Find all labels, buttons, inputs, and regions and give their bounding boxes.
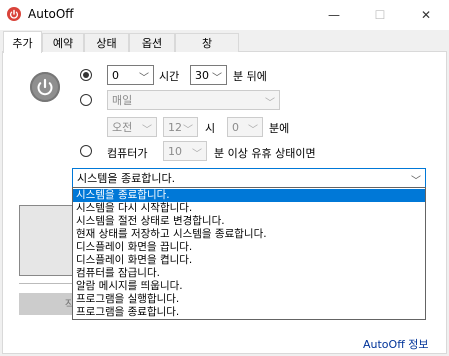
idle-label: 컴퓨터가	[107, 147, 148, 160]
minute-suffix-label: 분에	[269, 122, 290, 135]
list-item[interactable]: 디스플레이 화면을 끕니다.	[73, 241, 425, 254]
chevron-down-icon: ﹀	[248, 125, 258, 136]
list-item[interactable]: 알람 메시지를 띄웁니다.	[73, 280, 425, 293]
list-item[interactable]: 디스플레이 화면을 켭니다.	[73, 254, 425, 267]
idle-minutes-select[interactable]: 10 ﹀	[163, 141, 207, 161]
list-item[interactable]: 시스템을 종료합니다.	[73, 189, 425, 202]
chevron-down-icon: ﹀	[183, 125, 193, 136]
radio-at-time[interactable]	[80, 94, 92, 106]
minimize-button[interactable]: —	[311, 0, 357, 30]
divider	[19, 283, 74, 284]
action-select[interactable]: 시스템을 종료합니다. ﹀	[72, 168, 426, 188]
radio-idle[interactable]	[80, 145, 92, 157]
tab-status[interactable]: 상태	[84, 33, 129, 52]
minutes-select[interactable]: 30 ﹀	[190, 65, 227, 85]
list-item[interactable]: 시스템을 절전 상태로 변경합니다.	[73, 215, 425, 228]
list-item[interactable]: 시스템을 다시 시작합니다.	[73, 202, 425, 215]
chevron-down-icon: ﹀	[192, 149, 202, 160]
power-icon	[30, 72, 60, 102]
tab-schedule[interactable]: 예약	[42, 33, 84, 52]
chevron-down-icon: ﹀	[139, 73, 149, 84]
minute-select[interactable]: 0 ﹀	[227, 117, 263, 137]
hour-select[interactable]: 12 ﹀	[163, 117, 198, 137]
minutes-suffix-label: 분 뒤에	[233, 70, 267, 83]
list-item[interactable]: 프로그램을 실행합니다.	[73, 293, 425, 306]
window-title: AutoOff	[28, 7, 74, 21]
tab-add[interactable]: 추가	[3, 31, 42, 53]
list-item[interactable]: 프로그램을 종료합니다.	[73, 306, 425, 319]
tab-options[interactable]: 옵션	[129, 33, 175, 52]
repeat-select[interactable]: 매일 ﹀	[107, 90, 280, 110]
tab-window[interactable]: 창	[175, 33, 239, 52]
hour-unit-label: 시	[205, 122, 216, 135]
add-button[interactable]: 작	[19, 293, 79, 315]
hours-select[interactable]: 0 ﹀	[107, 65, 154, 85]
chevron-down-icon: ﹀	[265, 98, 275, 109]
power-app-icon	[7, 7, 21, 21]
about-link[interactable]: AutoOff 정보	[363, 336, 429, 352]
list-item[interactable]: 컴퓨터를 잠급니다.	[73, 267, 425, 280]
action-dropdown-list[interactable]: 시스템을 종료합니다. 시스템을 다시 시작합니다. 시스템을 절전 상태로 변…	[72, 187, 426, 320]
maximize-button[interactable]: ☐	[357, 0, 403, 30]
chevron-down-icon: ﹀	[411, 176, 421, 187]
chevron-down-icon: ﹀	[142, 125, 152, 136]
list-item[interactable]: 현재 상태를 저장하고 시스템을 종료합니다.	[73, 228, 425, 241]
ampm-select[interactable]: 오전 ﹀	[107, 117, 157, 137]
close-button[interactable]: ✕	[403, 0, 449, 30]
radio-after-duration[interactable]	[80, 69, 92, 81]
preview-box	[19, 205, 74, 276]
chevron-down-icon: ﹀	[212, 73, 222, 84]
hours-unit-label: 시간	[159, 70, 180, 83]
idle-suffix-label: 분 이상 유휴 상태이면	[214, 147, 316, 160]
